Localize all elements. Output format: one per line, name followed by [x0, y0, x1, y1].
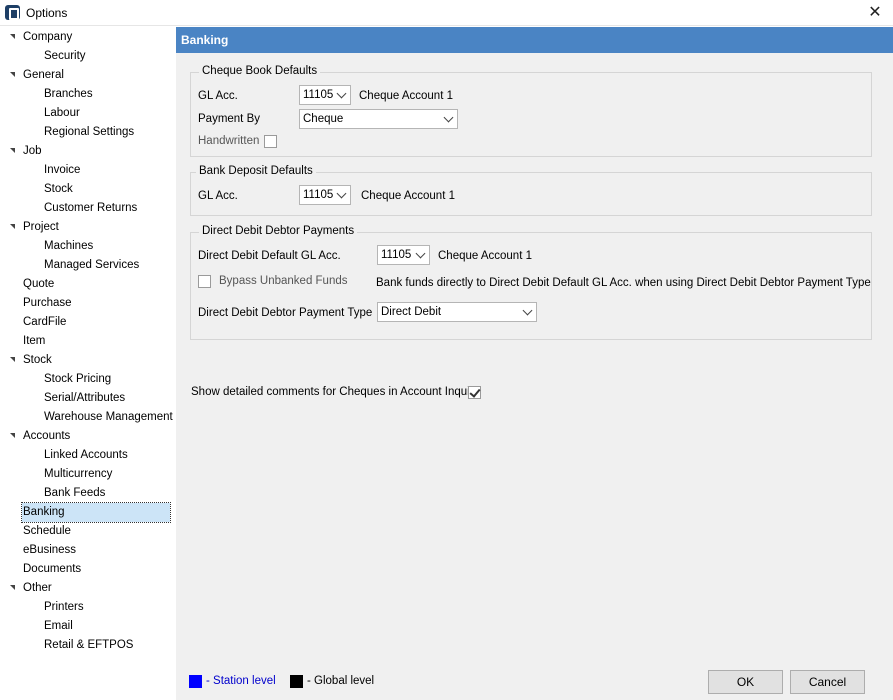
tree-expand-icon[interactable]	[9, 351, 19, 370]
cheque-book-defaults-group: Cheque Book Defaults	[190, 65, 872, 157]
ok-button[interactable]: OK	[708, 670, 783, 694]
sidebar-item-banking[interactable]: Banking	[21, 502, 171, 523]
payment-type-label: Direct Debit Debtor Payment Type	[198, 307, 373, 319]
app-logo-icon	[5, 5, 20, 20]
detailed-comments-label: Show detailed comments for Cheques in Ac…	[191, 386, 480, 398]
bypass-unbanked-description: Bank funds directly to Direct Debit Defa…	[376, 277, 871, 289]
deposit-gl-label: GL Acc.	[198, 190, 238, 202]
deposit-gl-value: 11105	[303, 189, 334, 201]
payment-by-select[interactable]: Cheque	[299, 109, 458, 129]
title-bar: Options ✕	[0, 0, 893, 26]
sidebar-item-item[interactable]: Item	[23, 332, 45, 351]
cancel-button[interactable]: Cancel	[790, 670, 865, 694]
payment-by-value: Cheque	[303, 113, 344, 125]
sidebar-item-stock[interactable]: Stock	[44, 180, 73, 199]
direct-debit-gl-select[interactable]: 11105	[377, 245, 430, 265]
tree-expand-icon[interactable]	[9, 427, 19, 446]
sidebar-item-purchase[interactable]: Purchase	[23, 294, 72, 313]
bypass-unbanked-label: Bypass Unbanked Funds	[219, 275, 348, 287]
payment-type-select[interactable]: Direct Debit	[377, 302, 537, 322]
handwritten-label: Handwritten	[198, 135, 260, 147]
sidebar-item-email[interactable]: Email	[44, 617, 73, 636]
tree-expand-icon[interactable]	[9, 66, 19, 85]
chevron-down-icon	[443, 112, 454, 123]
tree-expand-icon[interactable]	[9, 142, 19, 161]
direct-debit-title: Direct Debit Debtor Payments	[199, 225, 358, 237]
close-button[interactable]: ✕	[863, 2, 887, 24]
sidebar-item-other[interactable]: Other	[23, 579, 52, 598]
cheque-gl-value: 11105	[303, 89, 334, 101]
direct-debit-gl-value: 11105	[381, 249, 412, 261]
window-title: Options	[26, 6, 68, 20]
sidebar-item-bank-feeds[interactable]: Bank Feeds	[44, 484, 105, 503]
sidebar-item-job[interactable]: Job	[23, 142, 42, 161]
cheque-gl-select[interactable]: 11105	[299, 85, 351, 105]
sidebar-item-multicurrency[interactable]: Multicurrency	[44, 465, 112, 484]
payment-by-label: Payment By	[198, 113, 260, 125]
sidebar-item-labour[interactable]: Labour	[44, 104, 80, 123]
chevron-down-icon	[336, 188, 347, 199]
payment-type-value: Direct Debit	[381, 306, 442, 318]
banking-panel: Banking Cheque Book Defaults GL Acc. 111…	[176, 27, 893, 660]
sidebar-item-cardfile[interactable]: CardFile	[23, 313, 66, 332]
tree-expand-icon[interactable]	[9, 218, 19, 237]
sidebar-item-schedule[interactable]: Schedule	[23, 522, 71, 541]
station-level-label: - Station level	[206, 675, 276, 687]
sidebar-item-serial-attributes[interactable]: Serial/Attributes	[44, 389, 125, 408]
deposit-gl-description: Cheque Account 1	[361, 190, 455, 202]
cheque-gl-label: GL Acc.	[198, 90, 238, 102]
sidebar-item-accounts[interactable]: Accounts	[23, 427, 70, 446]
deposit-gl-select[interactable]: 11105	[299, 185, 351, 205]
bypass-unbanked-checkbox[interactable]	[198, 275, 211, 288]
direct-debit-gl-description: Cheque Account 1	[438, 250, 532, 262]
sidebar-item-retail-eftpos[interactable]: Retail & EFTPOS	[44, 636, 133, 655]
chevron-down-icon	[415, 248, 426, 259]
sidebar-item-managed-services[interactable]: Managed Services	[44, 256, 139, 275]
cheque-gl-description: Cheque Account 1	[359, 90, 453, 102]
tree-expand-icon[interactable]	[9, 28, 19, 47]
sidebar-item-linked-accounts[interactable]: Linked Accounts	[44, 446, 128, 465]
sidebar-item-warehouse-management[interactable]: Warehouse Management	[44, 408, 173, 427]
global-level-swatch	[290, 675, 303, 688]
tree-expand-icon[interactable]	[9, 579, 19, 598]
sidebar-item-ebusiness[interactable]: eBusiness	[23, 541, 76, 560]
sidebar-item-stock[interactable]: Stock	[23, 351, 52, 370]
direct-debit-gl-label: Direct Debit Default GL Acc.	[198, 250, 341, 262]
sidebar-item-company[interactable]: Company	[23, 28, 72, 47]
bank-deposit-defaults-group: Bank Deposit Defaults	[190, 165, 872, 216]
sidebar-item-project[interactable]: Project	[23, 218, 59, 237]
sidebar-item-printers[interactable]: Printers	[44, 598, 84, 617]
sidebar-item-general[interactable]: General	[23, 66, 64, 85]
sidebar-item-regional-settings[interactable]: Regional Settings	[44, 123, 134, 142]
sidebar-item-stock-pricing[interactable]: Stock Pricing	[44, 370, 111, 389]
detailed-comments-checkbox[interactable]	[468, 386, 481, 399]
footer-bar: - Station level - Global level OK Cancel	[176, 660, 893, 700]
global-level-label: - Global level	[307, 675, 375, 687]
sidebar-item-documents[interactable]: Documents	[23, 560, 81, 579]
sidebar-item-security[interactable]: Security	[44, 47, 86, 66]
bank-deposit-defaults-title: Bank Deposit Defaults	[196, 165, 316, 177]
chevron-down-icon	[336, 88, 347, 99]
sidebar-item-branches[interactable]: Branches	[44, 85, 93, 104]
panel-header: Banking	[176, 27, 893, 53]
handwritten-checkbox[interactable]	[264, 135, 277, 148]
chevron-down-icon	[522, 305, 533, 316]
sidebar-item-machines[interactable]: Machines	[44, 237, 93, 256]
cheque-book-defaults-title: Cheque Book Defaults	[199, 65, 321, 77]
sidebar-item-quote[interactable]: Quote	[23, 275, 54, 294]
station-level-swatch	[189, 675, 202, 688]
sidebar-item-invoice[interactable]: Invoice	[44, 161, 80, 180]
options-tree: Company Security General Branches Labour Regi…	[0, 27, 176, 700]
sidebar-item-customer-returns[interactable]: Customer Returns	[44, 199, 137, 218]
